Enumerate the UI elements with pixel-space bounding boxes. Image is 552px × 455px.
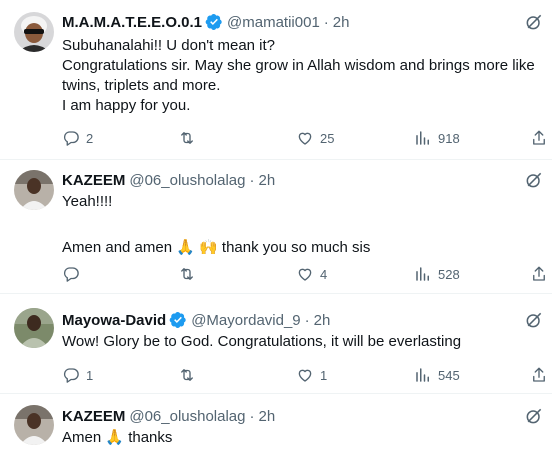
timestamp[interactable]: 2h — [259, 408, 276, 425]
tweet: Mayowa-David @Mayordavid_9 · 2h Wow! Glo… — [0, 294, 552, 394]
display-name[interactable]: M.A.M.A.T.E.E.O.0.1 — [62, 14, 202, 31]
tweet: M.A.M.A.T.E.E.O.0.1 @mamatii001 · 2h Sub… — [0, 0, 552, 160]
views-icon — [416, 131, 429, 145]
views-button[interactable]: 545 — [414, 365, 460, 385]
timestamp[interactable]: 2h — [259, 172, 276, 189]
views-button[interactable]: 918 — [414, 128, 460, 148]
retweet-button[interactable] — [178, 365, 202, 385]
retweet-button[interactable] — [178, 264, 202, 284]
verified-badge-icon — [169, 311, 187, 329]
avatar[interactable] — [14, 405, 54, 445]
retweet-icon — [181, 369, 193, 381]
reply-count: 1 — [86, 367, 94, 383]
grok-icon[interactable] — [524, 310, 544, 330]
retweet-button[interactable] — [178, 128, 202, 148]
view-count: 918 — [438, 130, 460, 146]
heart-icon — [298, 369, 312, 382]
tweet-header: Mayowa-David @Mayordavid_9 · 2h — [62, 310, 330, 330]
tweet-actions: 2 25 918 — [62, 128, 546, 148]
reply-button[interactable]: 1 — [62, 365, 93, 385]
grok-icon[interactable] — [524, 170, 544, 190]
tweet-text-line: Wow! Glory be to God. Congratulations, i… — [62, 333, 462, 350]
tweet-text-line: I am happy for you. — [62, 97, 191, 114]
tweet-text-line: Congratulations sir. May she grow in All… — [62, 57, 535, 94]
display-name[interactable]: KAZEEM — [62, 172, 125, 189]
avatar[interactable] — [14, 12, 54, 52]
share-button[interactable] — [530, 264, 552, 284]
like-count: 25 — [320, 130, 335, 146]
tweet-text: Subuhanalahi!! U don't mean it? Congratu… — [62, 36, 538, 116]
views-icon — [416, 368, 429, 382]
tweet-header: KAZEEM @06_olusholalag · 2h — [62, 406, 275, 426]
share-icon — [533, 367, 545, 382]
tweet-text-line: Yeah!!!! — [62, 193, 113, 210]
separator-dot: · — [323, 13, 329, 31]
timestamp[interactable]: 2h — [333, 14, 350, 31]
tweet-header: KAZEEM @06_olusholalag · 2h — [62, 170, 275, 190]
share-button[interactable] — [530, 365, 552, 385]
tweet-text: Amen 🙏 thanks — [62, 428, 538, 448]
reply-icon — [63, 368, 79, 383]
grok-icon[interactable] — [524, 406, 544, 426]
avatar-image-icon — [14, 12, 54, 52]
views-icon — [416, 267, 429, 281]
tweet-text-line — [62, 216, 538, 236]
avatar-image-icon — [14, 170, 54, 210]
like-button[interactable]: 1 — [296, 365, 327, 385]
avatar-image-icon — [14, 405, 54, 445]
tweet-text-line: Amen 🙏 thanks — [62, 429, 173, 446]
retweet-icon — [181, 268, 193, 280]
separator-dot: · — [304, 311, 310, 329]
username[interactable]: @06_olusholalag — [129, 172, 245, 189]
heart-icon — [298, 132, 312, 145]
like-button[interactable]: 25 — [296, 128, 334, 148]
avatar[interactable] — [14, 308, 54, 348]
heart-icon — [298, 268, 312, 281]
timestamp[interactable]: 2h — [314, 312, 331, 329]
tweet: KAZEEM @06_olusholalag · 2h Yeah!!!! Ame… — [0, 160, 552, 294]
display-name[interactable]: KAZEEM — [62, 408, 125, 425]
reply-count: 2 — [86, 130, 94, 146]
like-button[interactable]: 4 — [296, 264, 327, 284]
tweet-actions: 1 1 545 — [62, 365, 546, 385]
like-count: 4 — [320, 266, 328, 282]
tweet-text-line: Amen and amen 🙏 🙌 thank you so much sis — [62, 239, 371, 256]
avatar-image-icon — [14, 308, 54, 348]
reply-icon — [63, 131, 79, 146]
share-icon — [533, 266, 545, 281]
view-count: 528 — [438, 266, 460, 282]
separator-dot: · — [249, 407, 255, 425]
grok-icon[interactable] — [524, 12, 544, 32]
tweet-text-line: Subuhanalahi!! U don't mean it? — [62, 37, 276, 54]
username[interactable]: @mamatii001 — [227, 14, 320, 31]
reply-icon — [63, 267, 79, 282]
share-button[interactable] — [530, 128, 552, 148]
reply-button[interactable]: 2 — [62, 128, 93, 148]
view-count: 545 — [438, 367, 460, 383]
reply-button[interactable] — [62, 264, 86, 284]
verified-badge-icon — [205, 13, 223, 31]
retweet-icon — [181, 132, 193, 144]
share-icon — [533, 130, 545, 145]
tweet-header: M.A.M.A.T.E.E.O.0.1 @mamatii001 · 2h — [62, 12, 349, 32]
views-button[interactable]: 528 — [414, 264, 460, 284]
tweet-text: Wow! Glory be to God. Congratulations, i… — [62, 332, 538, 352]
tweet: KAZEEM @06_olusholalag · 2h Amen 🙏 thank… — [0, 394, 552, 455]
tweet-actions: 4 528 — [62, 264, 546, 284]
display-name[interactable]: Mayowa-David — [62, 312, 166, 329]
separator-dot: · — [249, 171, 255, 189]
avatar[interactable] — [14, 170, 54, 210]
username[interactable]: @06_olusholalag — [129, 408, 245, 425]
username[interactable]: @Mayordavid_9 — [191, 312, 300, 329]
tweet-text: Yeah!!!! Amen and amen 🙏 🙌 thank you so … — [62, 192, 538, 258]
like-count: 1 — [320, 367, 328, 383]
